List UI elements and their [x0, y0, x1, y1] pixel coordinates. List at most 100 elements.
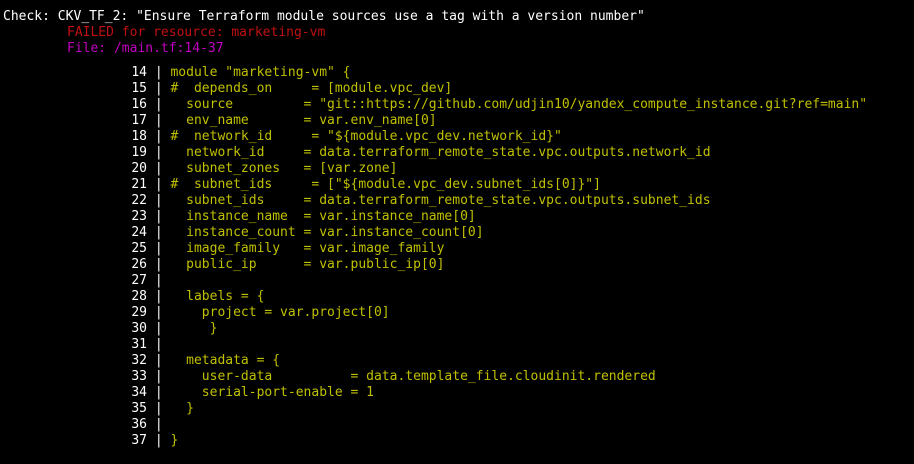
code-line: 27 | — [0, 273, 914, 289]
line-separator: | — [147, 289, 171, 304]
code-text: module "marketing-vm" { — [170, 65, 351, 80]
line-separator: | — [147, 385, 171, 400]
code-line: 24 | instance_count = var.instance_count… — [0, 225, 914, 241]
code-text: } — [170, 321, 218, 336]
line-separator: | — [147, 353, 171, 368]
line-number: 16 — [131, 97, 147, 112]
failed-status: FAILED for resource: marketing-vm — [67, 25, 326, 40]
line-number: 19 — [131, 145, 147, 160]
line-number: 30 — [131, 321, 147, 336]
line-separator: | — [147, 273, 171, 288]
code-line: 15 | # depends_on = [module.vpc_dev] — [0, 81, 914, 97]
line-separator: | — [147, 97, 171, 112]
line-separator: | — [147, 225, 171, 240]
line-separator: | — [147, 321, 171, 336]
code-text: # network_id = "${module.vpc_dev.network… — [170, 129, 562, 144]
line-number: 37 — [131, 433, 147, 448]
line-separator: | — [147, 369, 171, 384]
code-text: user-data = data.template_file.cloudinit… — [170, 369, 656, 384]
code-text: subnet_ids = data.terraform_remote_state… — [170, 193, 711, 208]
code-line: 18 | # network_id = "${module.vpc_dev.ne… — [0, 129, 914, 145]
line-number: 34 — [131, 385, 147, 400]
line-separator: | — [147, 81, 171, 96]
code-line: 21 | # subnet_ids = ["${module.vpc_dev.s… — [0, 177, 914, 193]
code-text: serial-port-enable = 1 — [170, 385, 374, 400]
code-line: 37 | } — [0, 433, 914, 449]
code-line: 31 | — [0, 337, 914, 353]
code-text: env_name = var.env_name[0] — [170, 113, 437, 128]
line-number: 24 — [131, 225, 147, 240]
line-number: 25 — [131, 241, 147, 256]
code-text: project = var.project[0] — [170, 305, 390, 320]
code-line: 34 | serial-port-enable = 1 — [0, 385, 914, 401]
line-number: 22 — [131, 193, 147, 208]
line-number: 18 — [131, 129, 147, 144]
line-number: 21 — [131, 177, 147, 192]
code-line: 33 | user-data = data.template_file.clou… — [0, 369, 914, 385]
code-line: 20 | subnet_zones = [var.zone] — [0, 161, 914, 177]
check-description: : "Ensure Terraform module sources use a… — [120, 9, 645, 24]
code-line: 28 | labels = { — [0, 289, 914, 305]
line-number: 32 — [131, 353, 147, 368]
code-text: labels = { — [170, 289, 265, 304]
code-line: 25 | image_family = var.image_family — [0, 241, 914, 257]
line-separator: | — [147, 193, 171, 208]
code-line: 35 | } — [0, 401, 914, 417]
line-number: 33 — [131, 369, 147, 384]
code-line: 32 | metadata = { — [0, 353, 914, 369]
code-line: 29 | project = var.project[0] — [0, 305, 914, 321]
check-prefix: Check: — [3, 9, 58, 24]
code-line: 19 | network_id = data.terraform_remote_… — [0, 145, 914, 161]
code-line: 14 | module "marketing-vm" { — [0, 65, 914, 81]
line-number: 27 — [131, 273, 147, 288]
code-text: metadata = { — [170, 353, 281, 368]
code-text: # depends_on = [module.vpc_dev] — [170, 81, 453, 96]
code-text: } — [170, 401, 194, 416]
code-line: 17 | env_name = var.env_name[0] — [0, 113, 914, 129]
code-block: 14 | module "marketing-vm" {15 | # depen… — [0, 65, 914, 449]
check-id: CKV_TF_2 — [57, 9, 121, 24]
line-number: 28 — [131, 289, 147, 304]
line-separator: | — [147, 113, 171, 128]
line-number: 17 — [131, 113, 147, 128]
line-number: 26 — [131, 257, 147, 272]
line-number: 31 — [131, 337, 147, 352]
line-separator: | — [147, 209, 171, 224]
line-number: 36 — [131, 417, 147, 432]
line-number: 14 — [131, 65, 147, 80]
code-text: instance_name = var.instance_name[0] — [170, 209, 476, 224]
code-text: subnet_zones = [var.zone] — [170, 161, 398, 176]
line-separator: | — [147, 177, 171, 192]
code-text: # subnet_ids = ["${module.vpc_dev.subnet… — [170, 177, 601, 192]
file-location: File: /main.tf:14-37 — [67, 41, 224, 56]
line-separator: | — [147, 337, 171, 352]
code-line: 22 | subnet_ids = data.terraform_remote_… — [0, 193, 914, 209]
line-number: 20 — [131, 161, 147, 176]
line-separator: | — [147, 161, 171, 176]
code-line: 16 | source = "git::https://github.com/u… — [0, 97, 914, 113]
line-separator: | — [147, 401, 171, 416]
terminal-output: Check: CKV_TF_2: "Ensure Terraform modul… — [0, 0, 914, 464]
code-line: 26 | public_ip = var.public_ip[0] — [0, 257, 914, 273]
code-line: 36 | — [0, 417, 914, 433]
line-separator: | — [147, 241, 171, 256]
line-number: 15 — [131, 81, 147, 96]
code-text: network_id = data.terraform_remote_state… — [170, 145, 711, 160]
line-number: 23 — [131, 209, 147, 224]
line-separator: | — [147, 257, 171, 272]
line-separator: | — [147, 417, 171, 432]
code-text: instance_count = var.instance_count[0] — [170, 225, 484, 240]
line-separator: | — [147, 65, 171, 80]
code-text: public_ip = var.public_ip[0] — [170, 257, 445, 272]
line-separator: | — [147, 145, 171, 160]
code-line: 30 | } — [0, 321, 914, 337]
code-text: source = "git::https://github.com/udjin1… — [170, 97, 868, 112]
line-separator: | — [147, 305, 171, 320]
code-text: } — [170, 433, 179, 448]
check-line: Check: CKV_TF_2: "Ensure Terraform modul… — [0, 9, 914, 25]
code-line: 23 | instance_name = var.instance_name[0… — [0, 209, 914, 225]
line-number: 35 — [131, 401, 147, 416]
line-number: 29 — [131, 305, 147, 320]
line-separator: | — [147, 129, 171, 144]
code-text: image_family = var.image_family — [170, 241, 445, 256]
